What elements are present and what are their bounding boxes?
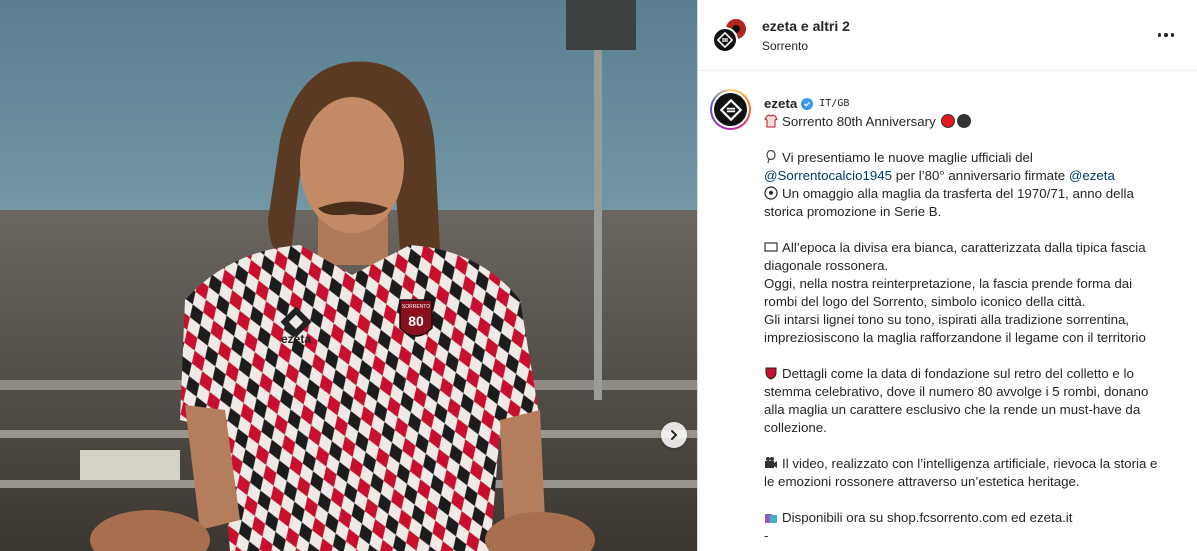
caption-line: All’epoca la divisa era bianca, caratter…: [764, 239, 1184, 257]
caption-line: storica promozione in Serie B.: [764, 204, 942, 219]
caption-line: @Sorrentocalcio1945 per l’80° anniversar…: [764, 168, 1115, 183]
caption-line: Dettagli come la data di fondazione sul …: [764, 365, 1184, 383]
caption-line: Oggi, nella nostra reinterpretazione, la…: [764, 276, 1133, 291]
more-options-button[interactable]: [1154, 26, 1178, 44]
more-dot: [1170, 33, 1175, 37]
language-tag[interactable]: IT/GB: [819, 95, 849, 113]
post-caption: ezeta IT/GB Sorrento 80th Anniversary Vi…: [764, 95, 1184, 545]
caption-line: diagonale rossonera.: [764, 258, 889, 273]
caption-line: -: [764, 528, 769, 543]
shopping-bags-emoji-icon: [765, 514, 777, 523]
player-photo: ezeta SORRENTO 80: [0, 0, 697, 551]
jersey-crest: SORRENTO 80: [399, 299, 433, 337]
soccer-ball-emoji-icon: [764, 186, 778, 200]
caption-author-row: ezeta IT/GB: [764, 95, 1184, 113]
carousel-next-button[interactable]: [661, 422, 687, 448]
collaborator-avatars[interactable]: [712, 17, 748, 53]
ezeta-logo-icon: [719, 98, 742, 121]
jersey-brand-text: ezeta: [281, 332, 311, 346]
caption-line: Vi presentiamo le nuove maglie ufficiali…: [764, 149, 1184, 167]
caption-username[interactable]: ezeta: [764, 95, 797, 113]
more-dot: [1164, 33, 1168, 37]
caption-line: collezione.: [764, 420, 827, 435]
book-emoji-icon: [764, 242, 778, 252]
post-panel: ezeta e altri 2 Sorrento ezeta IT/GB Sor…: [697, 0, 1197, 551]
avatar: [714, 93, 747, 126]
mention-link-brand[interactable]: @ezeta: [1069, 168, 1115, 183]
crest-number: 80: [408, 313, 424, 329]
mention-link-club[interactable]: @Sorrentocalcio1945: [764, 168, 892, 183]
caption-line: le emozioni rossonere attraverso un’este…: [764, 474, 1080, 489]
more-dot: [1157, 33, 1162, 37]
post-media[interactable]: ezeta SORRENTO 80: [0, 0, 697, 551]
caption-line: rombi del logo del Sorrento, simbolo ico…: [764, 294, 1086, 309]
caption-line: Sorrento 80th Anniversary: [764, 113, 1184, 131]
shield-emoji-icon: [765, 367, 777, 380]
crest-name: SORRENTO: [402, 304, 430, 310]
movie-camera-emoji-icon: [765, 457, 777, 468]
pin-emoji-icon: [766, 150, 776, 164]
black-circle-icon: [957, 114, 972, 128]
red-circle-icon: [941, 114, 956, 128]
caption-line: impreziosiscono la maglia rafforzandone …: [764, 330, 1146, 345]
caption-line: Un omaggio alla maglia da trasferta del …: [764, 185, 1184, 203]
chevron-right-icon: [671, 430, 678, 440]
ezeta-logo-icon: [717, 32, 733, 48]
header-location[interactable]: Sorrento: [762, 39, 808, 53]
avatar-inner: [712, 91, 749, 128]
caption-line: Disponibili ora su shop.fcsorrento.com e…: [764, 509, 1184, 527]
caption-line: stemma celebrativo, dove il numero 80 av…: [764, 384, 1149, 399]
avatar[interactable]: [712, 27, 738, 53]
caption-line: alla maglia un carattere esclusivo che l…: [764, 402, 1141, 417]
verified-badge-icon: [801, 98, 814, 110]
caption-line: Il video, realizzato con l’intelligenza …: [764, 455, 1184, 473]
caption-avatar[interactable]: [710, 89, 751, 130]
caption-line: Gli intarsi lignei tono su tono, ispirat…: [764, 312, 1130, 327]
jersey-emoji-icon: [764, 114, 778, 128]
header-title[interactable]: ezeta e altri 2: [762, 18, 850, 34]
post-header: ezeta e altri 2 Sorrento: [698, 0, 1197, 71]
